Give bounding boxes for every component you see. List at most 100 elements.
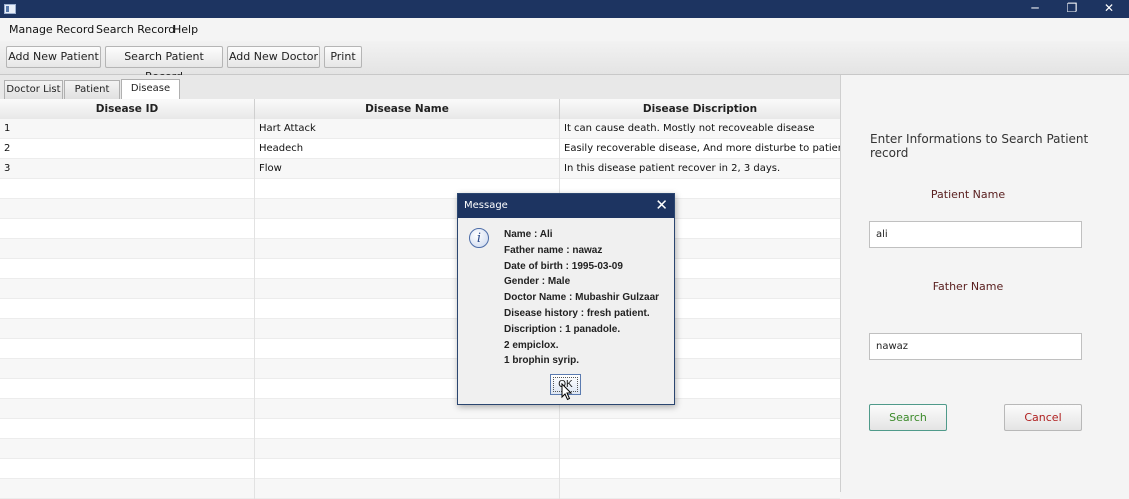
disease-id-cell bbox=[0, 419, 255, 439]
close-window-button[interactable]: ✕ bbox=[1092, 0, 1126, 18]
window-titlebar: ─ ❐ ✕ bbox=[0, 0, 1129, 18]
empty-table-row[interactable] bbox=[0, 439, 840, 459]
tab-strip: Doctor List Patient List Disease List bbox=[0, 75, 840, 112]
disease-id-cell bbox=[0, 479, 255, 499]
empty-table-row[interactable] bbox=[0, 299, 840, 319]
empty-table-row[interactable] bbox=[0, 339, 840, 359]
dialog-title: Message bbox=[464, 200, 508, 211]
search-panel-heading: Enter Informations to Search Patient rec… bbox=[870, 132, 1089, 160]
dialog-message: Name : Ali Father name : nawaz Date of bir… bbox=[504, 227, 672, 369]
column-header-disease-name[interactable]: Disease Name bbox=[255, 99, 560, 119]
add-new-doctor-button[interactable]: Add New Doctor bbox=[227, 46, 320, 68]
disease-id-cell: 2 bbox=[0, 139, 255, 159]
message-dialog: Message ✕ i Name : Ali Father name : nawa… bbox=[457, 193, 675, 405]
dialog-message-line: Father name : nawaz bbox=[504, 244, 603, 256]
disease-id-cell bbox=[0, 339, 255, 359]
disease-id-cell bbox=[0, 439, 255, 459]
disease-description-cell bbox=[560, 419, 840, 439]
father-name-label: Father Name bbox=[932, 280, 1004, 293]
disease-id-cell bbox=[0, 359, 255, 379]
disease-id-cell: 3 bbox=[0, 159, 255, 179]
app-icon bbox=[4, 4, 16, 14]
disease-id-cell bbox=[0, 179, 255, 199]
dialog-close-icon[interactable]: ✕ bbox=[655, 196, 668, 214]
patient-name-input[interactable] bbox=[869, 221, 1082, 248]
disease-name-cell bbox=[255, 439, 560, 459]
dialog-message-line: 1 brophin syrip. bbox=[504, 355, 580, 367]
dialog-message-line: 2 empiclox. bbox=[504, 339, 559, 351]
disease-description-cell: In this disease patient recover in 2, 3 … bbox=[564, 163, 781, 174]
search-panel: Enter Informations to Search Patient rec… bbox=[841, 75, 1129, 492]
cancel-button[interactable]: Cancel bbox=[1004, 404, 1082, 431]
search-button[interactable]: Search bbox=[869, 404, 947, 431]
empty-table-row[interactable] bbox=[0, 199, 840, 219]
print-button[interactable]: Print bbox=[324, 46, 362, 68]
empty-table-row[interactable] bbox=[0, 419, 840, 439]
table-row[interactable]: 2 Headech Easily recoverable disease, And … bbox=[0, 139, 840, 159]
restore-button[interactable]: ❐ bbox=[1055, 0, 1089, 18]
menu-search-record[interactable]: Search Record bbox=[96, 23, 175, 36]
disease-id-cell bbox=[0, 219, 255, 239]
empty-table-row[interactable] bbox=[0, 239, 840, 259]
tab-patient-list[interactable]: Patient List bbox=[64, 80, 120, 112]
father-name-input[interactable] bbox=[869, 333, 1082, 360]
empty-table-row[interactable] bbox=[0, 319, 840, 339]
dialog-message-line: Name : Ali bbox=[504, 229, 553, 240]
minimize-button[interactable]: ─ bbox=[1018, 0, 1052, 18]
disease-name-cell bbox=[255, 479, 560, 499]
disease-description-cell bbox=[560, 459, 840, 479]
disease-description-cell bbox=[560, 479, 840, 499]
info-icon: i bbox=[469, 228, 489, 248]
disease-id-cell bbox=[0, 299, 255, 319]
empty-table-row[interactable] bbox=[0, 479, 840, 499]
empty-table-row[interactable] bbox=[0, 279, 840, 299]
dialog-message-line: Discription : 1 panadole. bbox=[504, 323, 621, 335]
tab-doctor-list[interactable]: Doctor List bbox=[4, 80, 63, 99]
disease-name-cell: Hart Attack bbox=[255, 119, 560, 139]
disease-name-cell: Flow bbox=[255, 159, 560, 179]
menu-help[interactable]: Help bbox=[173, 23, 198, 36]
empty-table-row[interactable] bbox=[0, 359, 840, 379]
empty-table-row[interactable] bbox=[0, 259, 840, 279]
add-new-patient-button[interactable]: Add New Patient bbox=[6, 46, 101, 68]
disease-id-cell bbox=[0, 379, 255, 399]
disease-id-cell bbox=[0, 239, 255, 259]
disease-id-cell bbox=[0, 459, 255, 479]
empty-table-row[interactable] bbox=[0, 399, 840, 419]
column-header-disease-description[interactable]: Disease Discription bbox=[560, 99, 840, 119]
disease-name-cell bbox=[255, 459, 560, 479]
disease-description-cell: Easily recoverable disease, And more dis… bbox=[564, 143, 840, 154]
empty-table-row[interactable] bbox=[0, 459, 840, 479]
disease-description-cell: It can cause death. Mostly not recoveabl… bbox=[564, 123, 815, 134]
empty-table-row[interactable] bbox=[0, 379, 840, 399]
disease-name-cell bbox=[255, 419, 560, 439]
menu-manage-record[interactable]: Manage Record bbox=[9, 23, 94, 36]
table-header: Disease ID Disease Name Disease Discript… bbox=[0, 99, 840, 120]
table-row[interactable]: 1 Hart Attack It can cause death. Mostly n… bbox=[0, 119, 840, 139]
list-panel: Doctor List Patient List Disease List Di… bbox=[0, 75, 841, 499]
search-patient-record-button[interactable]: Search Patient Record bbox=[105, 46, 223, 83]
mouse-cursor-icon bbox=[561, 383, 573, 401]
dialog-message-line: Gender : Male bbox=[504, 276, 571, 288]
disease-description-cell bbox=[560, 439, 840, 459]
disease-id-cell bbox=[0, 199, 255, 219]
disease-id-cell bbox=[0, 279, 255, 299]
disease-name-cell: Headech bbox=[255, 139, 560, 159]
dialog-message-line: Disease history : fresh patient. bbox=[504, 307, 650, 319]
dialog-message-line: Date of birth : 1995-03-09 bbox=[504, 260, 623, 272]
empty-table-row[interactable] bbox=[0, 219, 840, 239]
disease-id-cell bbox=[0, 319, 255, 339]
toolbar: Add New Patient Search Patient Record Ad… bbox=[0, 41, 1129, 83]
empty-table-row[interactable] bbox=[0, 179, 840, 199]
disease-id-cell bbox=[0, 259, 255, 279]
disease-id-cell: 1 bbox=[0, 119, 255, 139]
table-body: 1 Hart Attack It can cause death. Mostly n… bbox=[0, 119, 840, 499]
dialog-titlebar: Message ✕ bbox=[458, 194, 674, 218]
menu-bar: Manage Record Search Record Help bbox=[0, 18, 1129, 42]
column-header-disease-id[interactable]: Disease ID bbox=[0, 99, 255, 119]
disease-id-cell bbox=[0, 399, 255, 419]
dialog-message-line: Doctor Name : Mubashir Gulzaar bbox=[504, 292, 660, 304]
patient-name-label: Patient Name bbox=[930, 188, 1006, 201]
tab-disease-list[interactable]: Disease List bbox=[121, 79, 180, 111]
table-row[interactable]: 3 Flow In this disease patient recover in … bbox=[0, 159, 840, 179]
